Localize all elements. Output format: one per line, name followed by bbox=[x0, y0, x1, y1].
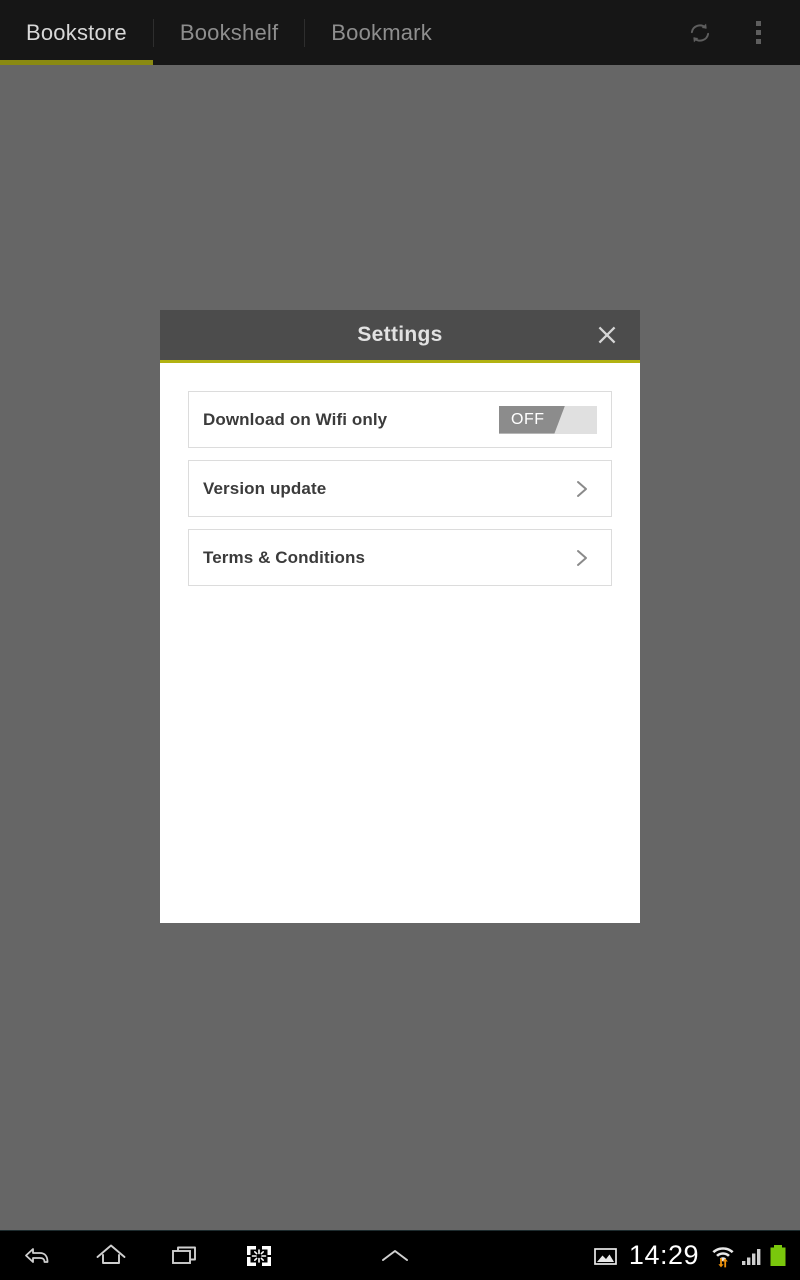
dialog-body: Download on Wifi only OFF Version update… bbox=[160, 363, 640, 586]
tab-bookshelf[interactable]: Bookshelf bbox=[154, 0, 304, 65]
overflow-menu-icon bbox=[755, 21, 761, 44]
dialog-title: Settings bbox=[357, 323, 443, 346]
back-icon bbox=[25, 1247, 49, 1263]
system-status-area[interactable]: 14:29 bbox=[591, 1231, 800, 1280]
home-button[interactable] bbox=[74, 1231, 148, 1280]
home-icon bbox=[96, 1244, 126, 1264]
screenshot-icon bbox=[247, 1245, 271, 1266]
wifi-transfer-icon bbox=[710, 1243, 736, 1269]
refresh-button[interactable] bbox=[672, 0, 728, 65]
overflow-menu-button[interactable] bbox=[730, 0, 786, 65]
top-tab-bar: Bookstore Bookshelf Bookmark bbox=[0, 0, 800, 65]
tab-bookmark-label: Bookmark bbox=[331, 19, 432, 45]
setting-row-terms-conditions[interactable]: Terms & Conditions bbox=[188, 529, 612, 586]
toggle-knob: OFF bbox=[499, 405, 565, 434]
image-icon bbox=[593, 1245, 618, 1267]
chevron-right-icon bbox=[569, 477, 593, 501]
tab-bookstore-label: Bookstore bbox=[26, 19, 127, 45]
refresh-icon bbox=[690, 23, 710, 42]
battery-full-icon bbox=[768, 1243, 788, 1269]
recents-button[interactable] bbox=[148, 1231, 222, 1280]
tab-bookstore[interactable]: Bookstore bbox=[0, 0, 153, 65]
settings-dialog: Settings Download on Wifi only OFF Versi… bbox=[160, 310, 640, 923]
setting-row-download-wifi[interactable]: Download on Wifi only OFF bbox=[188, 391, 612, 448]
tab-bookmark[interactable]: Bookmark bbox=[305, 0, 458, 65]
chevron-right-icon bbox=[569, 546, 593, 570]
screenshot-button[interactable] bbox=[222, 1231, 296, 1280]
cellular-signal-icon bbox=[740, 1244, 764, 1268]
wifi-only-toggle[interactable]: OFF bbox=[499, 405, 597, 434]
close-button[interactable] bbox=[580, 310, 634, 360]
system-navigation-bar: 14:29 bbox=[0, 1230, 800, 1280]
setting-label-version-update: Version update bbox=[203, 478, 327, 498]
dialog-header: Settings bbox=[160, 310, 640, 360]
recents-icon bbox=[172, 1246, 196, 1264]
setting-label-terms-conditions: Terms & Conditions bbox=[203, 547, 366, 567]
status-clock: 14:29 bbox=[628, 1240, 699, 1270]
top-bar-actions bbox=[672, 0, 800, 65]
back-button[interactable] bbox=[0, 1231, 74, 1280]
expand-statusbar-button[interactable] bbox=[358, 1231, 432, 1280]
setting-row-version-update[interactable]: Version update bbox=[188, 460, 612, 517]
setting-label-download-wifi: Download on Wifi only bbox=[203, 409, 388, 429]
tab-list: Bookstore Bookshelf Bookmark bbox=[0, 0, 458, 65]
close-icon bbox=[598, 326, 616, 344]
chevron-up-icon bbox=[382, 1249, 408, 1261]
toggle-state-label: OFF bbox=[511, 410, 545, 428]
system-nav-buttons bbox=[0, 1231, 432, 1280]
tab-bookshelf-label: Bookshelf bbox=[179, 19, 279, 45]
